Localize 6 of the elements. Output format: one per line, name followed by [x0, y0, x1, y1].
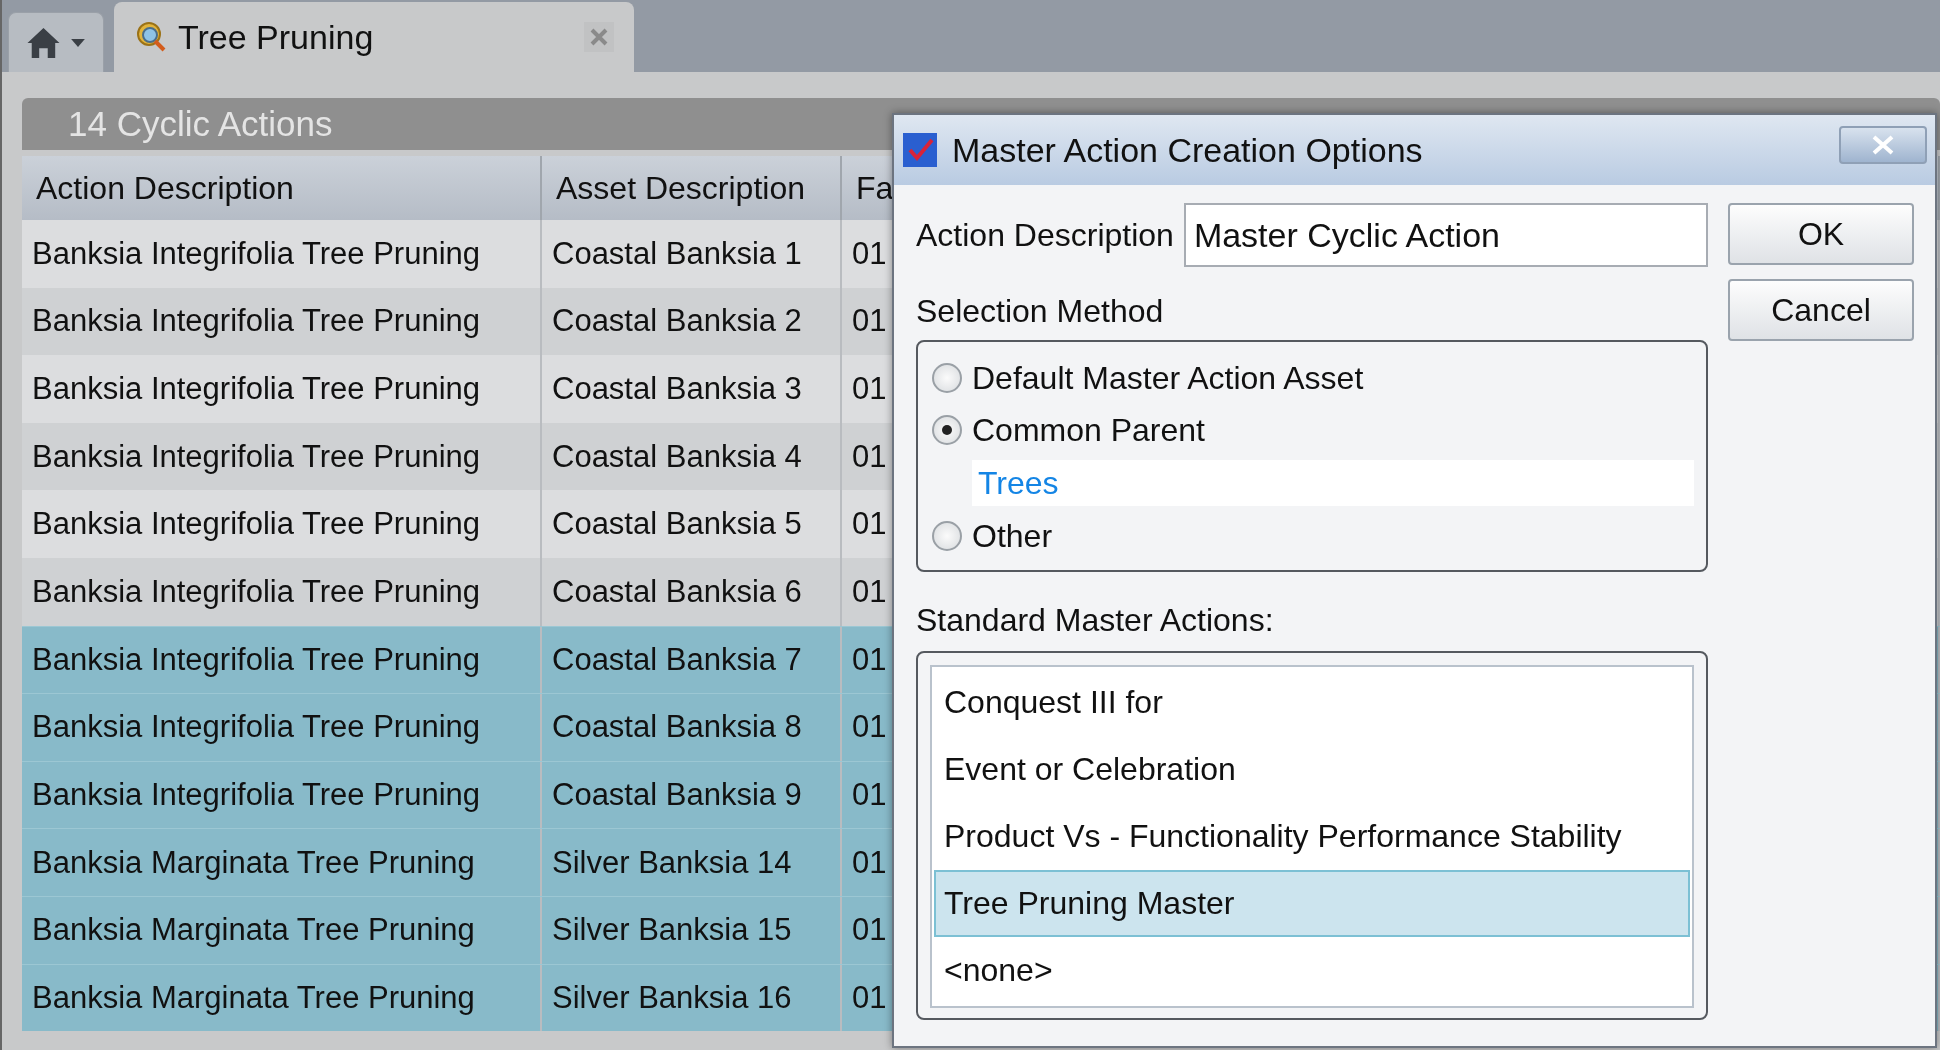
field-label: Action Description: [916, 216, 1174, 254]
section-label: Selection Method: [916, 293, 1165, 330]
table-cell: Silver Banksia 16: [542, 964, 842, 1032]
dialog-title: Master Action Creation Options: [952, 130, 1424, 170]
table-cell: Banksia Marginata Tree Pruning: [22, 964, 542, 1032]
panel-title: 14 Cyclic Actions: [68, 104, 333, 144]
